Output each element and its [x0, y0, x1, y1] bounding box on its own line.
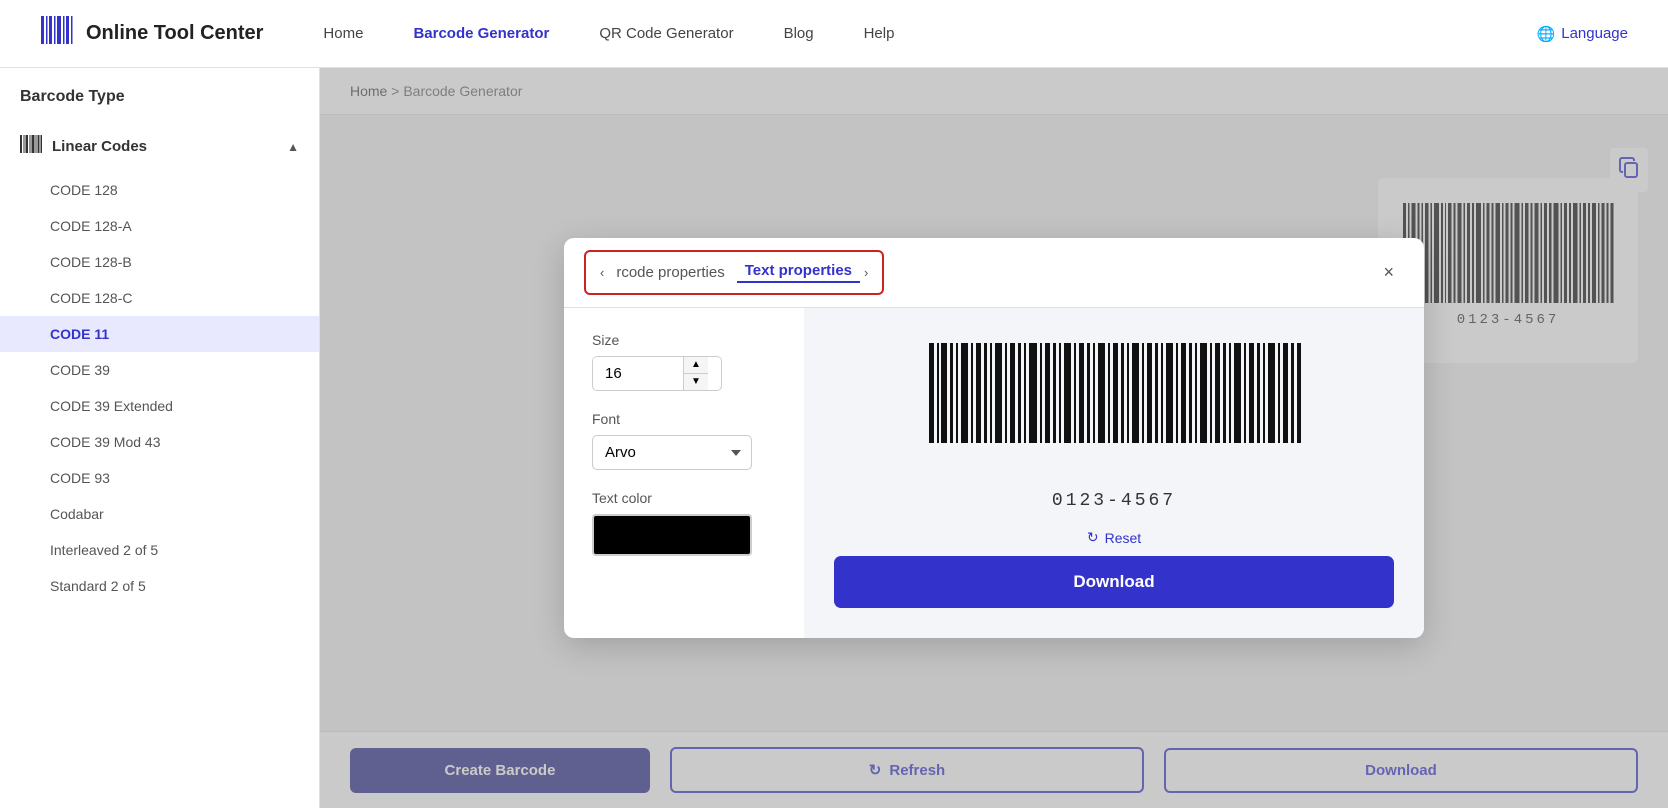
- sidebar-item-code128c[interactable]: CODE 128-C: [0, 280, 319, 316]
- sidebar-item-code39mod43[interactable]: CODE 39 Mod 43: [0, 424, 319, 460]
- reset-label: Reset: [1105, 530, 1142, 546]
- sidebar-item-code128[interactable]: CODE 128: [0, 172, 319, 208]
- reset-button[interactable]: ↻ Reset: [1087, 529, 1141, 546]
- sidebar-items-list: CODE 128 CODE 128-A CODE 128-B CODE 128-…: [0, 172, 319, 604]
- modal-body: Size ▲ ▼ Font: [564, 308, 1424, 638]
- sidebar-item-codabar[interactable]: Codabar: [0, 496, 319, 532]
- font-select[interactable]: Arvo Arial Courier Times New Roman Verda…: [592, 435, 752, 470]
- nav-home[interactable]: Home: [323, 25, 363, 42]
- modal: ‹ rcode properties Text properties › × S…: [564, 238, 1424, 638]
- main-nav: Home Barcode Generator QR Code Generator…: [323, 25, 1536, 42]
- sidebar-item-standard25[interactable]: Standard 2 of 5: [0, 568, 319, 604]
- modal-preview: 0123-4567 ↻ Reset Download: [804, 308, 1424, 638]
- main-layout: Barcode Type Linear Codes: [0, 68, 1668, 808]
- size-input[interactable]: [593, 357, 683, 390]
- text-color-form-group: Text color: [592, 490, 776, 556]
- language-label: Language: [1561, 25, 1628, 42]
- sidebar-item-code39ext[interactable]: CODE 39 Extended: [0, 388, 319, 424]
- size-decrement-button[interactable]: ▼: [684, 374, 708, 390]
- sidebar-chevron-icon: ▲: [287, 140, 299, 154]
- sidebar-title: Barcode Type: [0, 88, 319, 121]
- sidebar-item-code128a[interactable]: CODE 128-A: [0, 208, 319, 244]
- text-color-swatch[interactable]: [592, 514, 752, 556]
- sidebar-item-code11[interactable]: CODE 11: [0, 316, 319, 352]
- logo: Online Tool Center: [40, 12, 263, 55]
- logo-icon: [40, 12, 76, 55]
- sidebar-section-text: Linear Codes: [52, 138, 147, 155]
- tab-rcode-properties[interactable]: rcode properties: [608, 264, 732, 281]
- modal-download-button[interactable]: Download: [834, 556, 1394, 608]
- sidebar-section-label: Linear Codes: [20, 133, 147, 160]
- modal-overlay[interactable]: ‹ rcode properties Text properties › × S…: [320, 68, 1668, 808]
- sidebar-item-interleaved25[interactable]: Interleaved 2 of 5: [0, 532, 319, 568]
- sidebar-item-code93[interactable]: CODE 93: [0, 460, 319, 496]
- sidebar: Barcode Type Linear Codes: [0, 68, 320, 808]
- tab-text-properties[interactable]: Text properties: [737, 262, 860, 283]
- language-button[interactable]: 🌐 Language: [1537, 25, 1628, 43]
- content-area: Home > Barcode Generator: [320, 68, 1668, 808]
- nav-blog[interactable]: Blog: [784, 25, 814, 42]
- nav-barcode-generator[interactable]: Barcode Generator: [413, 25, 549, 42]
- reset-icon: ↻: [1087, 529, 1099, 546]
- size-spinners: ▲ ▼: [683, 357, 708, 390]
- font-label: Font: [592, 411, 776, 427]
- modal-controls: Size ▲ ▼ Font: [564, 308, 804, 638]
- size-label: Size: [592, 332, 776, 348]
- sidebar-section-header[interactable]: Linear Codes ▲: [0, 121, 319, 172]
- barcode-section-icon: [20, 133, 42, 160]
- font-form-group: Font Arvo Arial Courier Times New Roman …: [592, 411, 776, 470]
- size-form-group: Size ▲ ▼: [592, 332, 776, 391]
- modal-tabs: ‹ rcode properties Text properties › ×: [564, 238, 1424, 308]
- modal-close-button[interactable]: ×: [1373, 252, 1404, 293]
- barcode-preview-image: [924, 338, 1304, 473]
- modal-tab-nav: ‹ rcode properties Text properties ›: [584, 250, 884, 295]
- sidebar-item-code39[interactable]: CODE 39: [0, 352, 319, 388]
- globe-icon: 🌐: [1537, 25, 1556, 43]
- barcode-number-label: 0123-4567: [1052, 491, 1176, 511]
- text-color-label: Text color: [592, 490, 776, 506]
- size-increment-button[interactable]: ▲: [684, 357, 708, 374]
- sidebar-item-code128b[interactable]: CODE 128-B: [0, 244, 319, 280]
- header: Online Tool Center Home Barcode Generato…: [0, 0, 1668, 68]
- nav-qr-code-generator[interactable]: QR Code Generator: [599, 25, 733, 42]
- size-input-wrap: ▲ ▼: [592, 356, 722, 391]
- tab-arrow-right[interactable]: ›: [864, 265, 868, 280]
- tab-arrow-left[interactable]: ‹: [600, 265, 604, 280]
- nav-help[interactable]: Help: [864, 25, 895, 42]
- logo-text: Online Tool Center: [86, 22, 263, 45]
